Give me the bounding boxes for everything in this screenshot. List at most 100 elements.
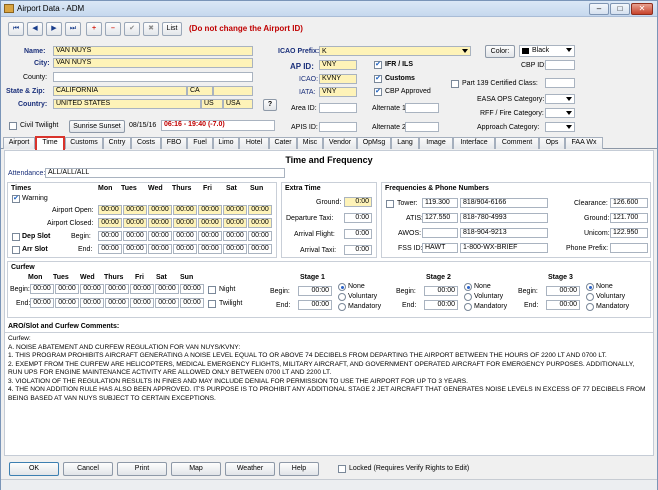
- first-record-button[interactable]: ⏮: [8, 22, 24, 36]
- alternate1-field[interactable]: [405, 103, 439, 113]
- tower-checkbox[interactable]: [386, 200, 394, 208]
- cbp-id-field[interactable]: [545, 60, 575, 70]
- approach-category-dropdown[interactable]: [545, 122, 575, 132]
- stage2-mandatory-radio[interactable]: [464, 303, 472, 311]
- tab-opmsg[interactable]: OpMsg: [357, 137, 391, 149]
- curfew-end-thurs[interactable]: 00:00: [105, 298, 129, 308]
- iata-field[interactable]: VNY: [319, 87, 357, 97]
- maximize-button[interactable]: □: [610, 3, 630, 15]
- curfew-end-wed[interactable]: 00:00: [80, 298, 104, 308]
- curfew-begin-wed[interactable]: 00:00: [80, 284, 104, 294]
- icao-prefix-dropdown[interactable]: K: [319, 46, 471, 56]
- curfew-end-tues[interactable]: 00:00: [55, 298, 79, 308]
- ok-button[interactable]: OK: [9, 462, 59, 476]
- unicom-field[interactable]: 122.950: [610, 228, 648, 238]
- warning-checkbox[interactable]: [12, 195, 20, 203]
- curfew-end-sat[interactable]: 00:00: [155, 298, 179, 308]
- awos-phone-field[interactable]: 818-904-9213: [460, 228, 548, 238]
- country-help-button[interactable]: ?: [263, 99, 277, 111]
- arr-end-fri[interactable]: 00:00: [198, 244, 222, 254]
- closed-thurs[interactable]: 00:00: [173, 218, 197, 228]
- apis-id-field[interactable]: [319, 122, 357, 132]
- arr-end-wed[interactable]: 00:00: [148, 244, 172, 254]
- curfew-begin-sun[interactable]: 00:00: [180, 284, 204, 294]
- arr-slot-checkbox[interactable]: [12, 246, 20, 254]
- ground-freq-field[interactable]: 121.700: [610, 213, 648, 223]
- area-id-field[interactable]: [319, 103, 357, 113]
- rff-fire-dropdown[interactable]: [545, 108, 575, 118]
- stage3-mandatory-radio[interactable]: [586, 303, 594, 311]
- open-sun[interactable]: 00:00: [248, 205, 272, 215]
- closed-mon[interactable]: 00:00: [98, 218, 122, 228]
- prev-record-button[interactable]: ◀: [27, 22, 43, 36]
- arrival-flight-field[interactable]: 0:00: [344, 229, 372, 239]
- alternate2-field[interactable]: [405, 122, 439, 132]
- curfew-begin-fri[interactable]: 00:00: [130, 284, 154, 294]
- sunrise-sunset-button[interactable]: Sunrise Sunset: [69, 120, 125, 133]
- dep-begin-sun[interactable]: 00:00: [248, 231, 272, 241]
- state-code-field[interactable]: CA: [187, 86, 213, 96]
- stage3-none-radio[interactable]: [586, 283, 594, 291]
- tab-lang[interactable]: Lang: [391, 137, 419, 149]
- arr-end-mon[interactable]: 00:00: [98, 244, 122, 254]
- open-fri[interactable]: 00:00: [198, 205, 222, 215]
- stage1-begin-field[interactable]: 00:00: [298, 286, 332, 296]
- list-button[interactable]: List: [162, 22, 182, 36]
- curfew-begin-thurs[interactable]: 00:00: [105, 284, 129, 294]
- open-mon[interactable]: 00:00: [98, 205, 122, 215]
- stage1-voluntary-radio[interactable]: [338, 293, 346, 301]
- stage1-none-radio[interactable]: [338, 283, 346, 291]
- curfew-end-fri[interactable]: 00:00: [130, 298, 154, 308]
- weather-button[interactable]: Weather: [225, 462, 275, 476]
- tab-time[interactable]: Time: [35, 136, 65, 150]
- dep-begin-fri[interactable]: 00:00: [198, 231, 222, 241]
- stage3-begin-field[interactable]: 00:00: [546, 286, 580, 296]
- zip-field[interactable]: [213, 86, 253, 96]
- curfew-begin-mon[interactable]: 00:00: [30, 284, 54, 294]
- close-button[interactable]: ✕: [631, 3, 653, 15]
- awos-freq-field[interactable]: [422, 228, 458, 238]
- print-button[interactable]: Print: [117, 462, 167, 476]
- clearance-field[interactable]: 126.600: [610, 198, 648, 208]
- city-field[interactable]: VAN NUYS: [53, 58, 253, 68]
- cancel-edit-button[interactable]: ✖: [143, 22, 159, 36]
- locked-checkbox[interactable]: [338, 465, 346, 473]
- country-field[interactable]: UNITED STATES: [53, 99, 201, 109]
- atis-freq-field[interactable]: 127.550: [422, 213, 458, 223]
- tab-cntry[interactable]: Cntry: [103, 137, 131, 149]
- tab-vendor[interactable]: Vendor: [323, 137, 357, 149]
- phone-prefix-field[interactable]: [610, 243, 648, 253]
- tab-misc[interactable]: Misc: [297, 137, 323, 149]
- curfew-begin-tues[interactable]: 00:00: [55, 284, 79, 294]
- tower-phone-field[interactable]: 818/904-6166: [460, 198, 548, 208]
- add-record-button[interactable]: +: [86, 22, 102, 36]
- last-record-button[interactable]: ⏭: [65, 22, 81, 36]
- dep-slot-checkbox[interactable]: [12, 233, 20, 241]
- county-field[interactable]: [53, 72, 253, 82]
- ap-id-field[interactable]: VNY: [319, 60, 357, 70]
- twilight-checkbox[interactable]: [208, 300, 216, 308]
- stage2-end-field[interactable]: 00:00: [424, 300, 458, 310]
- civil-twilight-checkbox[interactable]: [9, 122, 17, 130]
- stage1-end-field[interactable]: 00:00: [298, 300, 332, 310]
- curfew-end-mon[interactable]: 00:00: [30, 298, 54, 308]
- color-button[interactable]: Color:: [485, 45, 515, 58]
- closed-sat[interactable]: 00:00: [223, 218, 247, 228]
- part139-checkbox[interactable]: [451, 80, 459, 88]
- icao-field[interactable]: KVNY: [319, 74, 357, 84]
- closed-tues[interactable]: 00:00: [123, 218, 147, 228]
- ground-time-field[interactable]: 0:00: [344, 197, 372, 207]
- part139-field[interactable]: [545, 78, 575, 88]
- closed-fri[interactable]: 00:00: [198, 218, 222, 228]
- tab-costs[interactable]: Costs: [131, 137, 161, 149]
- open-thurs[interactable]: 00:00: [173, 205, 197, 215]
- tab-cater[interactable]: Cater: [269, 137, 297, 149]
- stage3-end-field[interactable]: 00:00: [546, 300, 580, 310]
- atis-phone-field[interactable]: 818-780-4993: [460, 213, 548, 223]
- minimize-button[interactable]: –: [589, 3, 609, 15]
- curfew-end-sun[interactable]: 00:00: [180, 298, 204, 308]
- tab-image[interactable]: Image: [419, 137, 453, 149]
- cancel-button[interactable]: Cancel: [63, 462, 113, 476]
- tab-comment[interactable]: Comment: [495, 137, 539, 149]
- dep-begin-tues[interactable]: 00:00: [123, 231, 147, 241]
